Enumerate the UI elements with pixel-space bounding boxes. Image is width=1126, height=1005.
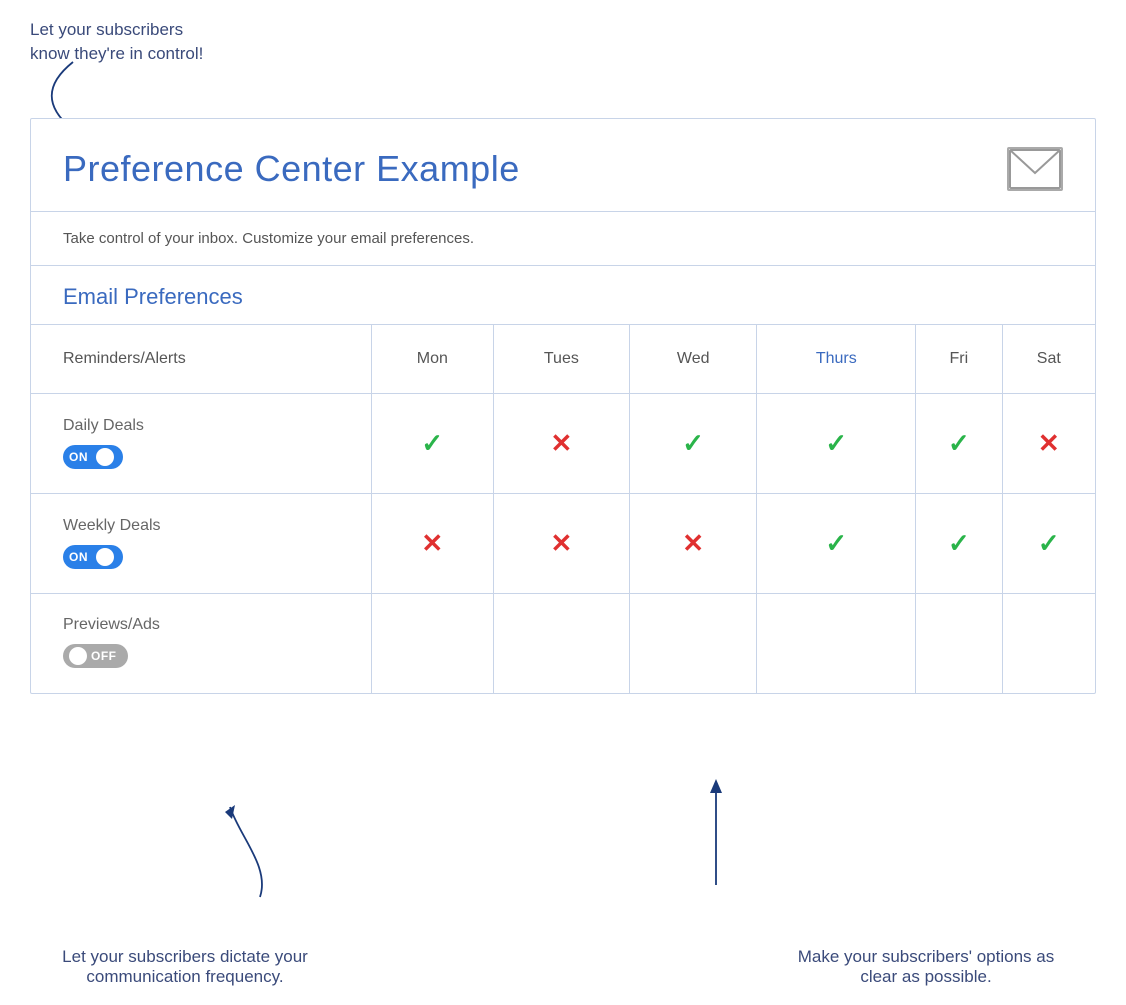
weekly-deals-toggle[interactable]: ON [63, 545, 123, 569]
main-container: Let your subscribers know they're in con… [0, 0, 1126, 1005]
daily-deals-wed: ✓ [630, 393, 757, 493]
header-reminders-alerts: Reminders/Alerts [31, 325, 371, 393]
row-daily-deals-label: Daily Deals ON [31, 393, 371, 493]
previews-ads-thurs [757, 593, 916, 693]
preferences-table: Reminders/Alerts Mon Tues Wed Thurs Fri … [31, 325, 1095, 693]
weekly-deals-mon: ✕ [371, 493, 493, 593]
previews-ads-wed [630, 593, 757, 693]
card-subtitle: Take control of your inbox. Customize yo… [31, 212, 1095, 266]
table-row: Daily Deals ON ✓ ✕ ✓ ✓ ✓ ✕ [31, 393, 1095, 493]
header-sat: Sat [1002, 325, 1095, 393]
preferences-table-wrap: Reminders/Alerts Mon Tues Wed Thurs Fri … [31, 325, 1095, 693]
annotation-top-left: Let your subscribers know they're in con… [30, 18, 203, 66]
arrow-bottom-left-icon [220, 797, 300, 907]
previews-ads-tues [493, 593, 629, 693]
table-row: Weekly Deals ON ✕ ✕ ✕ ✓ ✓ ✓ [31, 493, 1095, 593]
previews-ads-fri [916, 593, 1002, 693]
row-previews-ads-label: Previews/Ads OFF [31, 593, 371, 693]
card-header: Preference Center Example [31, 119, 1095, 212]
table-row: Previews/Ads OFF [31, 593, 1095, 693]
weekly-deals-tues: ✕ [493, 493, 629, 593]
header-tues: Tues [493, 325, 629, 393]
daily-deals-thurs: ✓ [757, 393, 916, 493]
weekly-deals-fri: ✓ [916, 493, 1002, 593]
card-title: Preference Center Example [63, 148, 520, 190]
previews-ads-sat [1002, 593, 1095, 693]
section-header-text: Email Preferences [63, 284, 243, 309]
daily-deals-toggle[interactable]: ON [63, 445, 123, 469]
table-header-row: Reminders/Alerts Mon Tues Wed Thurs Fri … [31, 325, 1095, 393]
annotation-bottom-left: Let your subscribers dictate your commun… [30, 947, 340, 987]
previews-ads-mon [371, 593, 493, 693]
daily-deals-sat: ✕ [1002, 393, 1095, 493]
daily-deals-fri: ✓ [916, 393, 1002, 493]
section-header: Email Preferences [31, 266, 1095, 325]
previews-ads-toggle[interactable]: OFF [63, 644, 128, 668]
daily-deals-tues: ✕ [493, 393, 629, 493]
annotation-bottom-right: Make your subscribers' options as clear … [786, 947, 1066, 987]
header-thurs: Thurs [757, 325, 916, 393]
weekly-deals-sat: ✓ [1002, 493, 1095, 593]
weekly-deals-thurs: ✓ [757, 493, 916, 593]
header-fri: Fri [916, 325, 1002, 393]
arrow-bottom-right-icon [696, 775, 736, 895]
daily-deals-mon: ✓ [371, 393, 493, 493]
preference-center-card: Preference Center Example Take control o… [30, 118, 1096, 694]
weekly-deals-wed: ✕ [630, 493, 757, 593]
header-wed: Wed [630, 325, 757, 393]
email-icon [1007, 147, 1063, 191]
header-mon: Mon [371, 325, 493, 393]
row-weekly-deals-label: Weekly Deals ON [31, 493, 371, 593]
